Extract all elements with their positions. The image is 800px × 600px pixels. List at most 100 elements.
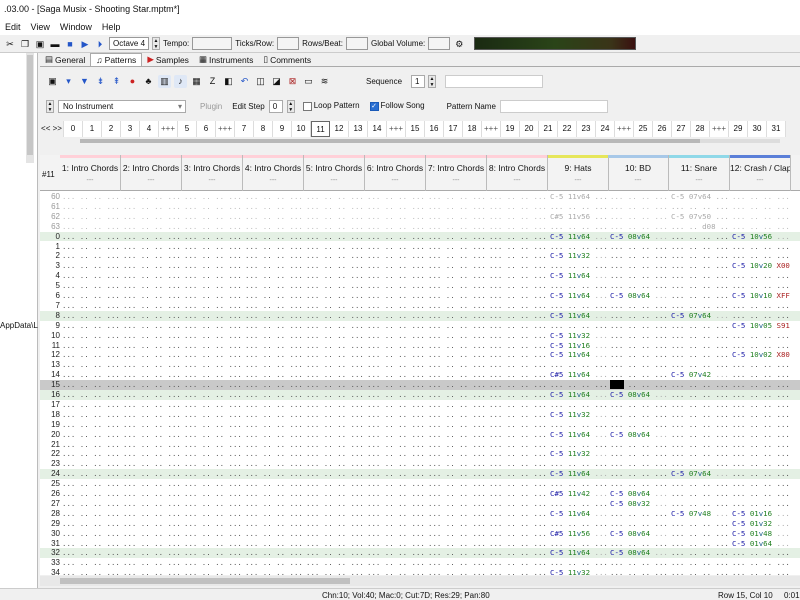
sequence-input[interactable]: 1 (411, 74, 426, 88)
pattern-cell[interactable]: ... .. .. ... (489, 202, 548, 212)
pattern-cell[interactable]: ... .. .. ... (123, 459, 182, 469)
channel-header[interactable]: 7: Intro Chords --- (426, 155, 487, 191)
pattern-cell[interactable]: ... .. .. ... (610, 400, 669, 410)
order-separator[interactable]: +++ (216, 121, 235, 137)
pattern-row[interactable]: 14... .. .. ...... .. .. ...... .. .. ..… (40, 370, 800, 380)
pattern-cell[interactable]: ... .. .. ... (489, 529, 548, 539)
pattern-cell[interactable]: C-5 08v64 ... (610, 489, 669, 499)
pattern-cell[interactable]: ... .. .. ... (184, 568, 243, 575)
menu-help[interactable]: Help (97, 20, 126, 35)
pattern-cell[interactable]: ... .. .. ... (428, 410, 487, 420)
pattern-row[interactable]: 25... .. .. ...... .. .. ...... .. .. ..… (40, 479, 800, 489)
pattern-row[interactable]: 10... .. .. ...... .. .. ...... .. .. ..… (40, 331, 800, 341)
pattern-row[interactable]: 9... .. .. ...... .. .. ...... .. .. ...… (40, 321, 800, 331)
pattern-cell[interactable]: ... .. .. ... (123, 529, 182, 539)
order-item[interactable]: 14 (368, 121, 387, 137)
pattern-cell[interactable]: ... .. .. ... (489, 261, 548, 271)
pattern-cell[interactable]: ... .. .. ... (367, 568, 426, 575)
pattern-cell[interactable]: ... .. .. ... (184, 331, 243, 341)
order-item[interactable]: 13 (349, 121, 368, 137)
pattern-row[interactable]: 1... .. .. ...... .. .. ...... .. .. ...… (40, 242, 800, 252)
pattern-cell[interactable]: ... .. .. ... (123, 331, 182, 341)
pattern-row[interactable]: 29... .. .. ...... .. .. ...... .. .. ..… (40, 519, 800, 529)
pattern-row[interactable]: 24... .. .. ...... .. .. ...... .. .. ..… (40, 469, 800, 480)
pattern-cell[interactable]: ... .. .. ... (62, 509, 121, 519)
pattern-cell[interactable]: ... .. .. ... (671, 261, 730, 271)
pattern-cell[interactable]: ... .. .. ... (550, 499, 609, 509)
pattern-cell[interactable]: ... .. .. ... (306, 331, 365, 341)
pattern-cell[interactable]: ... .. .. ... (367, 222, 426, 232)
pattern-cell[interactable]: ... .. .. ... (306, 311, 365, 321)
pattern-cell[interactable]: ... .. .. ... (306, 459, 365, 469)
pattern-cell[interactable]: ... .. .. ... (123, 321, 182, 331)
sequence-name-input[interactable] (445, 74, 544, 88)
pattern-cell[interactable]: ... .. .. ... (428, 440, 487, 450)
pattern-cell[interactable]: C-5 10v02 X80 (732, 350, 791, 360)
channel-header[interactable]: 3: Intro Chords --- (182, 155, 243, 191)
pattern-cell[interactable]: ... .. .. ... (245, 271, 304, 281)
order-item[interactable]: 18 (463, 121, 482, 137)
order-separator[interactable]: +++ (710, 121, 729, 137)
new-pattern-icon[interactable]: ▣ (46, 75, 59, 88)
pattern-cell[interactable]: ... .. .. ... (489, 420, 548, 430)
pattern-cell[interactable]: ... .. .. ... (184, 400, 243, 410)
pattern-cell[interactable]: ... .. .. ... (123, 380, 182, 390)
pattern-cell[interactable]: ... .. .. ... (62, 420, 121, 430)
pattern-cell[interactable]: ... .. .. ... (610, 341, 669, 351)
pattern-cell[interactable]: ... .. .. ... (184, 281, 243, 291)
pattern-cell[interactable]: ... .. .. ... (428, 212, 487, 222)
pattern-cell[interactable]: C-5 07v64 ... (671, 311, 730, 321)
channel-header[interactable]: 6: Intro Chords --- (365, 155, 426, 191)
pattern-cell[interactable]: ... .. .. ... (550, 360, 609, 370)
pattern-cell[interactable]: C-5 11v64 ... (550, 509, 609, 519)
pattern-cell[interactable]: C-5 11v32 ... (550, 251, 609, 261)
pattern-cell[interactable]: ... .. .. ... (367, 489, 426, 499)
pattern-cell[interactable]: C-5 10v05 S91 (732, 321, 791, 331)
pattern-cell[interactable]: ... .. .. ... (428, 459, 487, 469)
pattern-cell[interactable]: ... .. .. ... (671, 232, 730, 242)
pattern-cell[interactable]: ... .. .. ... (184, 222, 243, 232)
pattern-cell[interactable]: ... .. .. ... (428, 430, 487, 440)
pattern-cell[interactable]: ... .. .. ... (489, 479, 548, 489)
pattern-cell[interactable]: ... .. .. ... (123, 430, 182, 440)
pattern-cell[interactable]: ... .. .. ... (428, 321, 487, 331)
pattern-cell[interactable]: ... .. .. ... (306, 400, 365, 410)
pattern-cell[interactable]: ... .. .. ... (610, 192, 669, 202)
pattern-cell[interactable]: ... .. .. ... (489, 539, 548, 549)
pattern-cell[interactable]: ... .. .. ... (428, 222, 487, 232)
pattern-cell[interactable]: ... .. .. ... (732, 479, 791, 489)
paste-icon[interactable]: ▣ (34, 38, 46, 50)
order-item[interactable]: 31 (767, 121, 786, 137)
pattern-cell[interactable]: ... .. .. ... (489, 380, 548, 390)
pattern-row[interactable]: 16... .. .. ...... .. .. ...... .. .. ..… (40, 390, 800, 400)
loop-pattern-checkbox[interactable] (302, 101, 312, 111)
pattern-row[interactable]: 6... .. .. ...... .. .. ...... .. .. ...… (40, 291, 800, 301)
pattern-row[interactable]: 12... .. .. ...... .. .. ...... .. .. ..… (40, 350, 800, 360)
pattern-cell[interactable]: ... .. .. ... (306, 360, 365, 370)
tempo-input[interactable] (192, 37, 233, 50)
pattern-cell[interactable]: ... .. .. ... (367, 459, 426, 469)
pattern-cell[interactable]: ... .. .. ... (489, 390, 548, 400)
pattern-cell[interactable]: ... .. .. ... (62, 232, 121, 242)
pattern-cell[interactable]: ... .. .. ... (671, 568, 730, 575)
pattern-cell[interactable]: ... .. .. ... (428, 360, 487, 370)
pattern-cell[interactable]: ... .. .. ... (245, 469, 304, 479)
pattern-cell[interactable]: ... .. .. ... (610, 539, 669, 549)
pattern-cell[interactable]: C-5 01v48 ... (732, 529, 791, 539)
pattern-cell[interactable]: ... .. .. ... (732, 251, 791, 261)
order-item[interactable]: 0 (64, 121, 83, 137)
pattern-cell[interactable]: ... .. .. ... (184, 430, 243, 440)
pattern-cell[interactable]: ... .. .. ... (367, 202, 426, 212)
pattern-cell[interactable]: ... .. .. ... (550, 558, 609, 568)
pattern-cell[interactable]: ... .. .. ... (428, 261, 487, 271)
pattern-cell[interactable]: ... .. .. ... (610, 331, 669, 341)
pattern-cell[interactable]: ... .. .. ... (428, 400, 487, 410)
pattern-cell[interactable]: ... .. .. ... (245, 449, 304, 459)
pattern-cell[interactable]: ... .. .. ... (671, 539, 730, 549)
pattern-cell[interactable]: ... .. .. ... (123, 548, 182, 558)
pattern-cell[interactable]: ... .. .. ... (306, 529, 365, 539)
pattern-cell[interactable]: ... .. .. ... (671, 558, 730, 568)
edit-step-input[interactable]: 0 (268, 99, 283, 113)
pattern-cell[interactable]: ... .. .. ... (671, 400, 730, 410)
pattern-cell[interactable]: ... .. .. ... (306, 469, 365, 479)
